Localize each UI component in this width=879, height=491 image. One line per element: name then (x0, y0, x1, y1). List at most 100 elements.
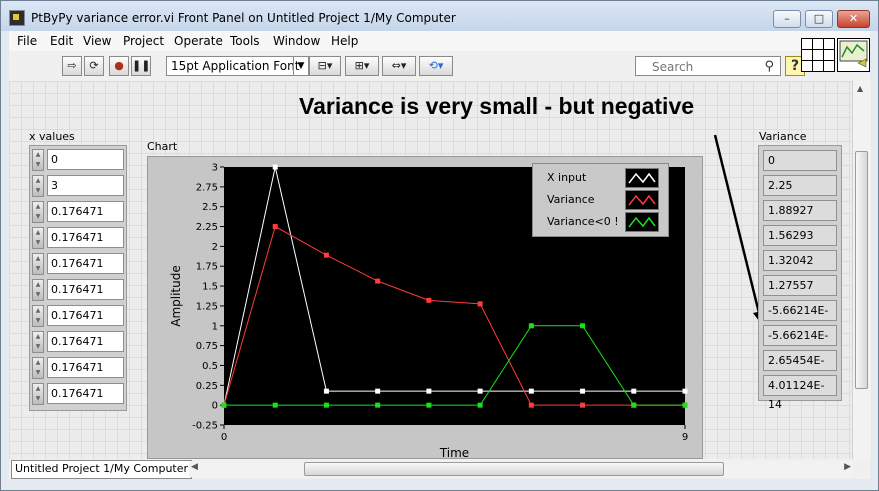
variance-value: 2.65454E-14 (763, 350, 837, 386)
menu-help[interactable]: Help (331, 34, 358, 48)
y-tick-label: 3 (212, 163, 218, 174)
vertical-scrollbar[interactable]: ▲ (852, 81, 871, 459)
index-spinner[interactable]: ▲ ▼ (32, 149, 44, 171)
data-point (375, 388, 381, 394)
x-value-row[interactable]: ▲ ▼ 0 (32, 148, 126, 172)
y-tick-label: 0.5 (202, 361, 218, 372)
index-spinner[interactable]: ▲ ▼ (32, 305, 44, 327)
reorder-icon[interactable]: ⟲▾ (419, 56, 453, 76)
resize-objects-icon[interactable]: ⇔▾ (382, 56, 416, 76)
menu-operate[interactable]: Operate (174, 34, 223, 48)
x-value-field[interactable]: 0.176471 (47, 331, 124, 352)
data-point (682, 402, 688, 408)
x-value-row[interactable]: ▲ ▼ 0.176471 (32, 356, 126, 380)
align-objects-icon[interactable]: ⊟▾ (309, 56, 341, 76)
run-continuously-icon[interactable]: ⟳ (84, 56, 104, 76)
index-spinner[interactable]: ▲ ▼ (32, 279, 44, 301)
x-value-row[interactable]: ▲ ▼ 0.176471 (32, 278, 126, 302)
variance-value: -5.66214E-16 (763, 325, 837, 361)
y-tick-label: 0 (212, 401, 218, 412)
x-value-row[interactable]: ▲ ▼ 0.176471 (32, 330, 126, 354)
menu-bar: File Edit View Project Operate Tools Win… (9, 31, 870, 51)
data-point (221, 402, 227, 408)
data-point (272, 224, 278, 230)
x-value-field[interactable]: 3 (47, 175, 124, 196)
search-icon[interactable]: ⚲ (764, 59, 774, 74)
connector-pane-icon[interactable] (801, 38, 835, 72)
data-point (477, 402, 483, 408)
index-spinner[interactable]: ▲ ▼ (32, 201, 44, 223)
x-value-field[interactable]: 0.176471 (47, 305, 124, 326)
x-value-row[interactable]: ▲ ▼ 0.176471 (32, 252, 126, 276)
index-spinner[interactable]: ▲ ▼ (32, 383, 44, 405)
minimize-button[interactable]: – (773, 10, 801, 28)
index-spinner[interactable]: ▲ ▼ (32, 357, 44, 379)
plot-legend[interactable]: X input Variance Variance<0 ! (532, 163, 669, 237)
menu-file[interactable]: File (17, 34, 37, 48)
data-point (272, 164, 278, 170)
data-point (426, 388, 432, 394)
x-value-row[interactable]: ▲ ▼ 3 (32, 174, 126, 198)
x-value-field[interactable]: 0.176471 (47, 201, 124, 222)
status-bar: Untitled Project 1/My Computer ◀ ▶ (9, 459, 870, 479)
variance-value: 1.32042 (763, 250, 837, 271)
legend-item[interactable]: X input (537, 168, 665, 188)
index-spinner[interactable]: ▲ ▼ (32, 253, 44, 275)
project-context[interactable]: Untitled Project 1/My Computer (11, 460, 193, 479)
close-button[interactable]: ✕ (837, 10, 870, 28)
data-point (580, 388, 586, 394)
data-point (682, 388, 688, 394)
x-value-row[interactable]: ▲ ▼ 0.176471 (32, 304, 126, 328)
index-spinner[interactable]: ▲ ▼ (32, 175, 44, 197)
horizontal-scrollbar[interactable]: ◀ ▶ (189, 461, 853, 477)
x-value-field[interactable]: 0.176471 (47, 253, 124, 274)
font-selector-value: 15pt Application Font (171, 59, 300, 73)
variance-value: -5.66214E-16 (763, 300, 837, 336)
abort-icon[interactable]: ● (109, 56, 129, 76)
menu-edit[interactable]: Edit (50, 34, 73, 48)
data-point (323, 252, 329, 258)
menu-project[interactable]: Project (123, 34, 164, 48)
scroll-up-icon[interactable]: ▲ (857, 84, 863, 93)
y-tick-label: -0.25 (192, 421, 218, 432)
x-value-field[interactable]: 0.176471 (47, 227, 124, 248)
legend-swatch[interactable] (625, 190, 659, 210)
x-value-field[interactable]: 0 (47, 149, 124, 170)
menu-tools[interactable]: Tools (230, 34, 260, 48)
menu-window[interactable]: Window (273, 34, 320, 48)
vi-icon[interactable] (837, 38, 870, 72)
x-value-field[interactable]: 0.176471 (47, 279, 124, 300)
y-axis-title: Amplitude (169, 265, 183, 327)
pause-icon[interactable]: ❚❚ (131, 56, 151, 76)
legend-item[interactable]: Variance<0 ! (537, 212, 665, 232)
distribute-objects-icon[interactable]: ⊞▾ (345, 56, 379, 76)
maximize-button[interactable]: □ (805, 10, 833, 28)
vertical-scroll-thumb[interactable] (855, 151, 868, 389)
x-axis-title: Time (439, 446, 469, 458)
x-value-field[interactable]: 0.176471 (47, 383, 124, 404)
legend-label: X input (547, 171, 587, 184)
index-spinner[interactable]: ▲ ▼ (32, 331, 44, 353)
data-point (528, 323, 534, 329)
search-box[interactable]: ⚲ (635, 56, 781, 76)
legend-swatch[interactable] (625, 168, 659, 188)
legend-item[interactable]: Variance (537, 190, 665, 210)
run-arrow-icon[interactable]: ⇨ (62, 56, 82, 76)
menu-view[interactable]: View (83, 34, 111, 48)
data-point (272, 402, 278, 408)
labview-app-icon (9, 10, 25, 26)
x-value-field[interactable]: 0.176471 (47, 357, 124, 378)
scroll-left-icon[interactable]: ◀ (191, 462, 198, 472)
data-point (580, 323, 586, 329)
x-value-row[interactable]: ▲ ▼ 0.176471 (32, 226, 126, 250)
x-value-row[interactable]: ▲ ▼ 0.176471 (32, 200, 126, 224)
data-point (631, 402, 637, 408)
scroll-right-icon[interactable]: ▶ (844, 462, 851, 472)
index-spinner[interactable]: ▲ ▼ (32, 227, 44, 249)
data-point (477, 301, 483, 307)
legend-swatch[interactable] (625, 212, 659, 232)
font-selector[interactable]: 15pt Application Font ▼ (166, 56, 309, 76)
horizontal-scroll-thumb[interactable] (304, 462, 724, 476)
search-input[interactable] (650, 58, 758, 76)
x-value-row[interactable]: ▲ ▼ 0.176471 (32, 382, 126, 406)
